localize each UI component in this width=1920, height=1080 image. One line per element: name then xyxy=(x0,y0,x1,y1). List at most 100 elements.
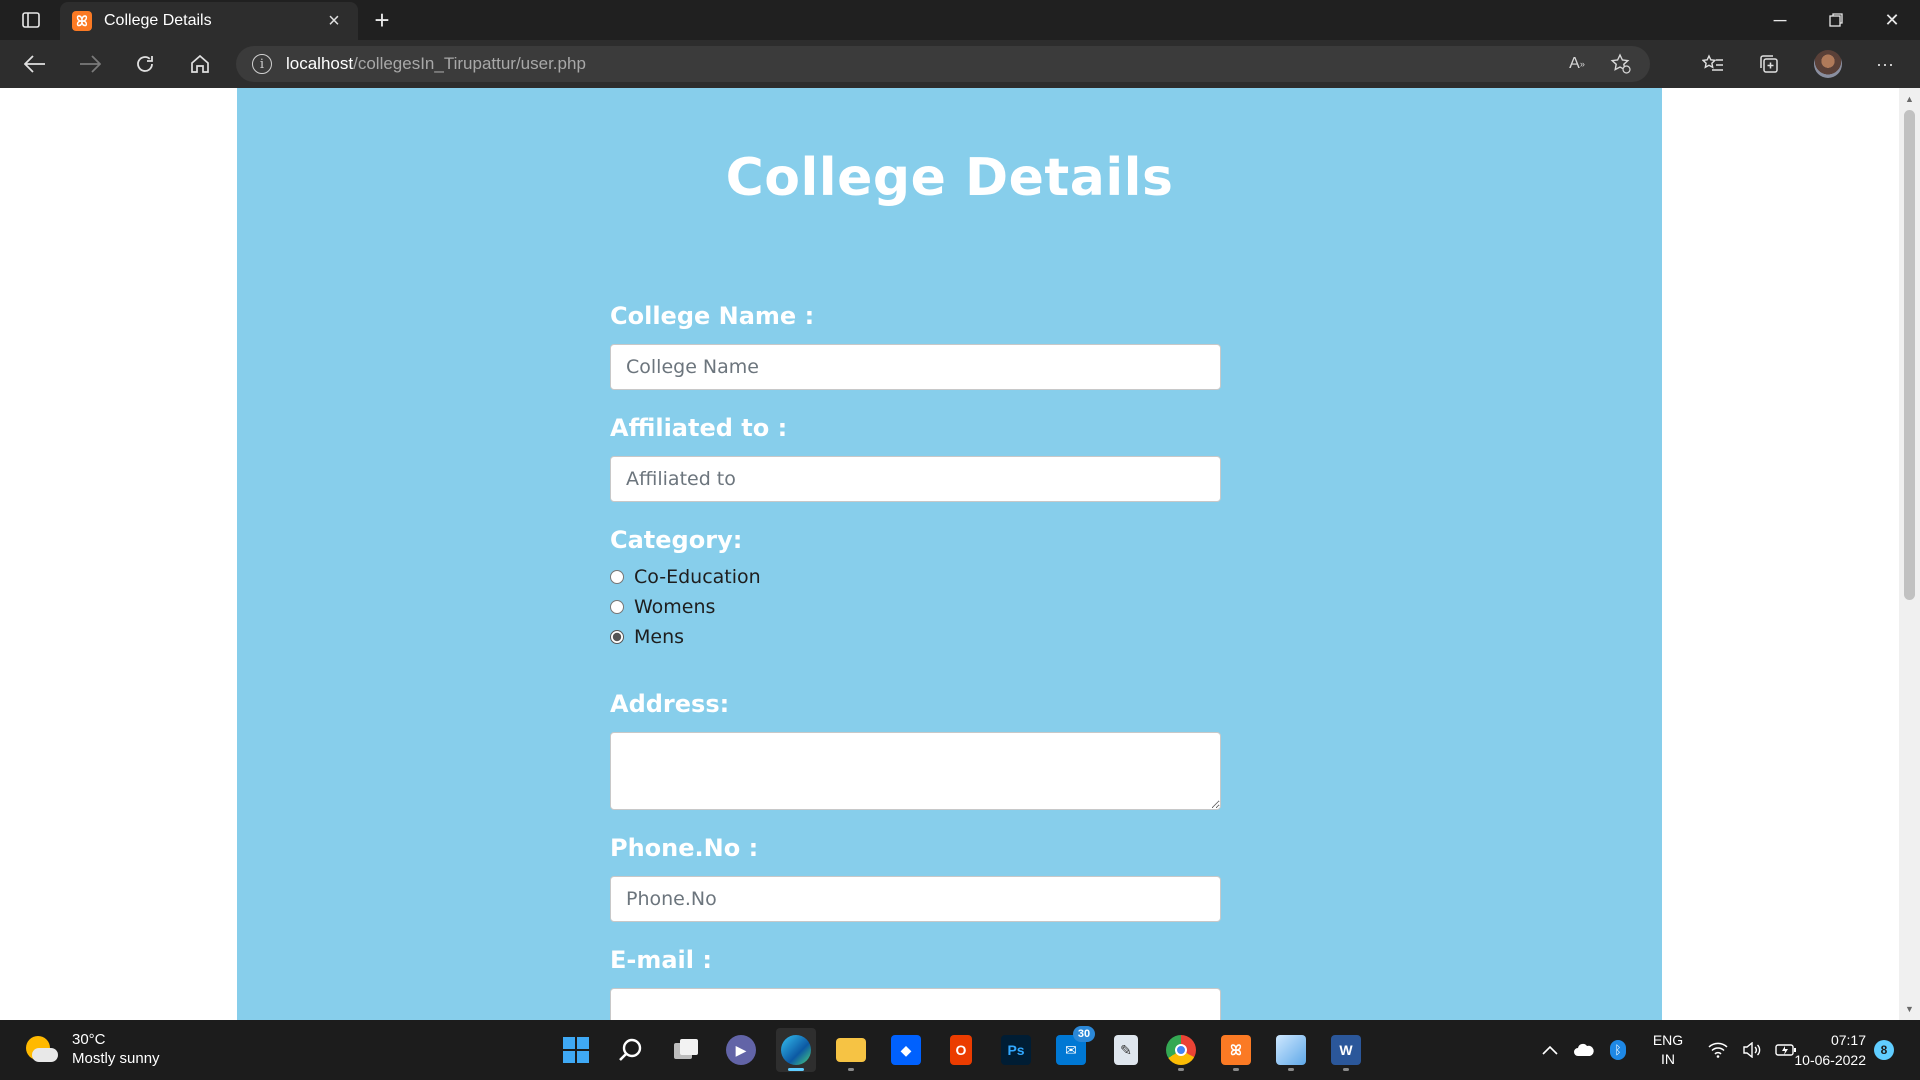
office-icon[interactable]: O xyxy=(941,1028,981,1072)
xampp-running-indicator xyxy=(1233,1068,1239,1071)
word-icon[interactable]: W xyxy=(1326,1028,1366,1072)
category-group: Category: Co-Education Womens Mens xyxy=(610,526,1221,652)
teams-chat-icon[interactable]: ▶ xyxy=(721,1028,761,1072)
word-running-indicator xyxy=(1343,1068,1349,1071)
file-explorer-running-indicator xyxy=(848,1068,854,1071)
address-bar[interactable]: i localhost/collegesIn_Tirupattur/user.p… xyxy=(236,46,1650,82)
partly-sunny-icon xyxy=(24,1032,58,1066)
phone-label: Phone.No : xyxy=(610,834,759,862)
language-indicator[interactable]: ENG IN xyxy=(1648,1031,1688,1069)
back-arrow-icon[interactable] xyxy=(17,48,53,80)
notepad-icon[interactable]: ✎ xyxy=(1106,1028,1146,1072)
browser-toolbar: i localhost/collegesIn_Tirupattur/user.p… xyxy=(0,40,1920,88)
mail-icon[interactable]: ✉ 30 xyxy=(1051,1026,1095,1072)
search-icon[interactable] xyxy=(611,1028,651,1072)
home-icon[interactable] xyxy=(182,48,218,80)
category-option-co-education: Co-Education xyxy=(610,562,1221,592)
dropbox-icon[interactable]: ◆ xyxy=(886,1028,926,1072)
clock-time: 07:17 xyxy=(1830,1032,1866,1048)
photoshop-icon[interactable]: Ps xyxy=(996,1028,1036,1072)
mens-radio[interactable] xyxy=(610,630,624,644)
favorites-icon[interactable] xyxy=(1697,50,1729,78)
page-title: College Details xyxy=(725,148,1174,208)
scroll-up-icon[interactable]: ▲ xyxy=(1899,90,1920,108)
email-group: E-mail : xyxy=(610,946,1221,1020)
start-icon[interactable] xyxy=(556,1028,596,1072)
read-aloud-icon[interactable]: A» xyxy=(1562,50,1592,78)
phone-group: Phone.No : xyxy=(610,834,1221,922)
task-view-icon[interactable] xyxy=(666,1028,706,1072)
tab-close-icon[interactable]: × xyxy=(322,9,346,33)
edge-icon[interactable] xyxy=(776,1028,816,1072)
womens-label: Womens xyxy=(634,596,716,618)
page-scrollbar[interactable]: ▲ ▼ xyxy=(1899,88,1920,1020)
co-education-label: Co-Education xyxy=(634,566,761,588)
weather-widget[interactable]: 30°C Mostly sunny xyxy=(24,1030,160,1068)
notification-count-badge[interactable]: 8 xyxy=(1874,1040,1894,1060)
category-option-womens: Womens xyxy=(610,592,1221,622)
region-code: IN xyxy=(1661,1051,1675,1067)
url-text[interactable]: localhost/collegesIn_Tirupattur/user.php xyxy=(286,54,586,74)
3d-box-running-indicator xyxy=(1288,1068,1294,1071)
college-name-input[interactable] xyxy=(610,344,1221,390)
3d-box-icon[interactable] xyxy=(1271,1028,1311,1072)
address-textarea[interactable] xyxy=(610,732,1221,810)
collections-icon[interactable] xyxy=(1753,50,1785,78)
mens-label: Mens xyxy=(634,626,685,648)
volume-icon[interactable] xyxy=(1740,1038,1764,1062)
wifi-icon[interactable] xyxy=(1706,1038,1730,1062)
clock[interactable]: 07:17 10-06-2022 xyxy=(1786,1030,1866,1070)
co-education-radio[interactable] xyxy=(610,570,624,584)
page-container: College Details College Name : Affiliate… xyxy=(237,88,1662,1020)
edge-active-indicator xyxy=(788,1068,804,1071)
address-bar-actions: A» xyxy=(1562,50,1636,78)
email-label: E-mail : xyxy=(610,946,712,974)
affiliated-to-input[interactable] xyxy=(610,456,1221,502)
affiliated-to-label: Affiliated to : xyxy=(610,414,788,442)
weather-temperature: 30°C xyxy=(72,1031,106,1048)
chevron-up-icon[interactable] xyxy=(1538,1038,1562,1062)
close-window-icon[interactable]: ✕ xyxy=(1864,0,1920,40)
tab-actions-icon[interactable] xyxy=(14,8,48,32)
scroll-thumb[interactable] xyxy=(1904,110,1915,600)
minimize-icon[interactable]: ─ xyxy=(1752,0,1808,40)
site-info-icon[interactable]: i xyxy=(252,54,272,74)
tab-bar: ꕤ College Details × + ─ ✕ xyxy=(0,0,1920,40)
forward-arrow-icon[interactable] xyxy=(72,48,108,80)
chrome-running-indicator xyxy=(1178,1068,1184,1071)
xampp-favicon-icon: ꕤ xyxy=(72,11,92,31)
clock-date: 10-06-2022 xyxy=(1794,1052,1866,1068)
address-label: Address: xyxy=(610,690,730,718)
active-tab[interactable]: ꕤ College Details × xyxy=(60,2,358,40)
system-tray: ᛒ ENG IN xyxy=(1538,1020,1798,1080)
mail-badge: 30 xyxy=(1073,1026,1095,1042)
address-group: Address: xyxy=(610,690,1221,810)
window-controls: ─ ✕ xyxy=(1752,0,1920,40)
category-option-mens: Mens xyxy=(610,622,1221,652)
email-input[interactable] xyxy=(610,988,1221,1020)
college-name-label: College Name : xyxy=(610,302,815,330)
add-favorite-icon[interactable] xyxy=(1606,50,1636,78)
onedrive-cloud-icon[interactable] xyxy=(1572,1038,1596,1062)
refresh-icon[interactable] xyxy=(127,48,163,80)
profile-avatar[interactable] xyxy=(1814,50,1842,78)
bluetooth-icon[interactable]: ᛒ xyxy=(1606,1038,1630,1062)
xampp-icon[interactable]: ꕤ xyxy=(1216,1028,1256,1072)
taskbar-apps: ▶ ◆ O Ps ✉ 30 ✎ ꕤ W xyxy=(556,1026,1366,1072)
college-name-group: College Name : xyxy=(610,302,1221,390)
more-menu-icon[interactable]: ··· xyxy=(1869,50,1901,78)
file-explorer-icon[interactable] xyxy=(831,1028,871,1072)
new-tab-button[interactable]: + xyxy=(368,5,396,35)
scroll-down-icon[interactable]: ▼ xyxy=(1899,1000,1920,1018)
taskbar: 30°C Mostly sunny ▶ ◆ O Ps ✉ 30 ✎ ꕤ W ᛒ … xyxy=(0,1020,1920,1080)
language-code: ENG xyxy=(1652,1032,1684,1048)
category-label: Category: xyxy=(610,526,743,554)
womens-radio[interactable] xyxy=(610,600,624,614)
restore-icon[interactable] xyxy=(1808,0,1864,40)
phone-input[interactable] xyxy=(610,876,1221,922)
tab-title: College Details xyxy=(104,12,212,29)
college-form: College Name : Affiliated to : Category:… xyxy=(610,302,1221,1020)
chrome-icon[interactable] xyxy=(1161,1028,1201,1072)
affiliated-to-group: Affiliated to : xyxy=(610,414,1221,502)
weather-description: Mostly sunny xyxy=(72,1050,160,1067)
